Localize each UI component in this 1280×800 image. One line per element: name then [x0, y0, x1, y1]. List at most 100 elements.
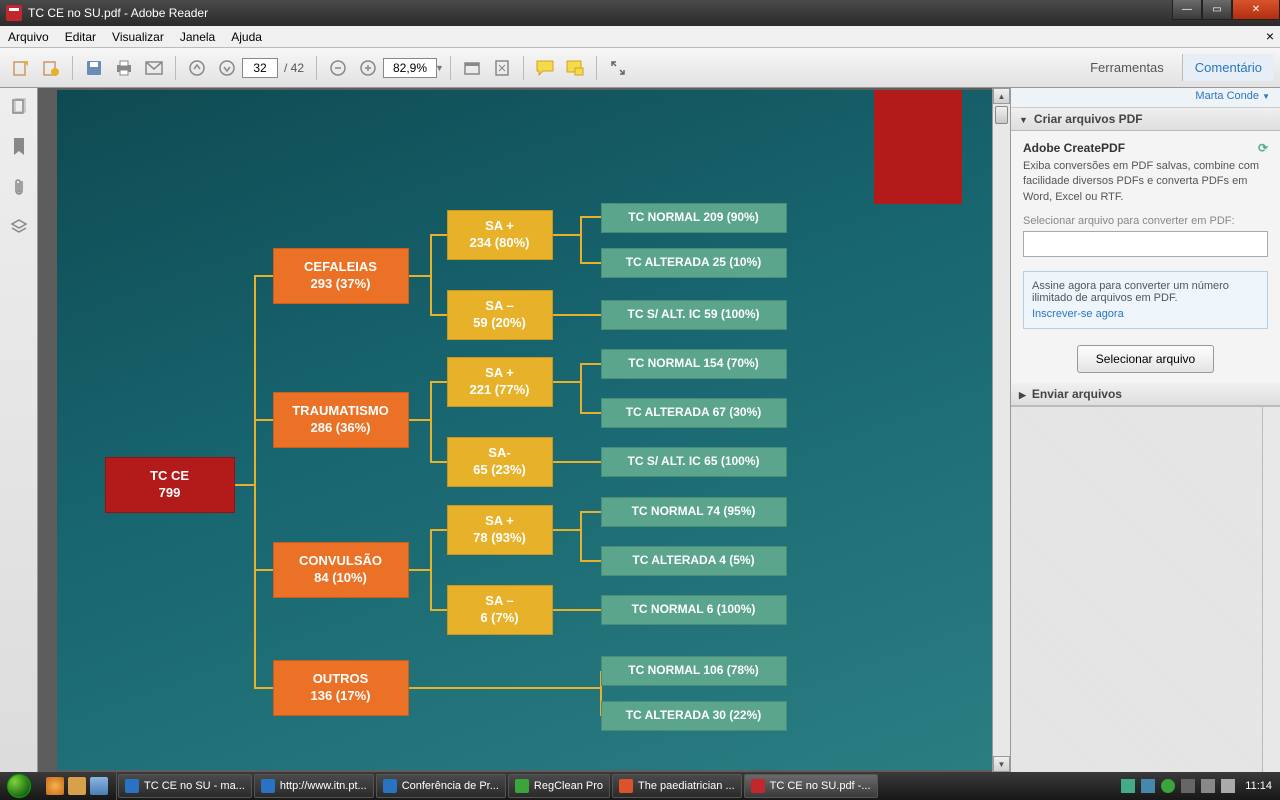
- toolbar: / 42 ▼ Ferramentas Comentário: [0, 48, 1280, 88]
- scroll-down-icon[interactable]: ▼: [993, 756, 1010, 772]
- window-titlebar: TC CE no SU.pdf - Adobe Reader — ▭ ✕: [0, 0, 1280, 26]
- task-item[interactable]: http://www.itn.pt...: [254, 774, 374, 798]
- zoom-out-icon[interactable]: [325, 55, 351, 81]
- sidebar-scrollbar[interactable]: [1262, 407, 1280, 772]
- tree-leaf: TC NORMAL 154 (70%): [601, 349, 787, 379]
- zoom-input[interactable]: [383, 58, 437, 78]
- tree-leaf: TC ALTERADA 4 (5%): [601, 546, 787, 576]
- attachment-icon[interactable]: [8, 176, 30, 198]
- tree-node: SA –59 (20%): [447, 290, 553, 340]
- page-down-icon[interactable]: [214, 55, 240, 81]
- export-pdf-icon[interactable]: [8, 55, 34, 81]
- task-item[interactable]: Conferência de Pr...: [376, 774, 506, 798]
- menu-editar[interactable]: Editar: [57, 30, 104, 44]
- create-pdf-section-header[interactable]: ▼Criar arquivos PDF: [1011, 108, 1280, 131]
- tree-node: CONVULSÃO84 (10%): [273, 542, 409, 598]
- volume-icon[interactable]: [1221, 779, 1235, 793]
- task-item[interactable]: RegClean Pro: [508, 774, 610, 798]
- highlight-icon[interactable]: [562, 55, 588, 81]
- folder-icon[interactable]: [68, 777, 86, 795]
- signed-in-user[interactable]: Marta Conde ▼: [1011, 88, 1280, 108]
- tree-node: SA-65 (23%): [447, 437, 553, 487]
- tree-node: CEFALEIAS293 (37%): [273, 248, 409, 304]
- taskbar: TC CE no SU - ma... http://www.itn.pt...…: [0, 772, 1280, 800]
- maximize-button[interactable]: ▭: [1202, 0, 1232, 20]
- scroll-up-icon[interactable]: ▲: [993, 88, 1010, 104]
- scroll-thumb[interactable]: [995, 106, 1008, 124]
- tools-panel-toggle[interactable]: Ferramentas: [1078, 54, 1176, 81]
- print-icon[interactable]: [111, 55, 137, 81]
- task-item[interactable]: The paediatrician ...: [612, 774, 742, 798]
- page-total-label: / 42: [284, 61, 304, 75]
- task-item[interactable]: TC CE no SU - ma...: [118, 774, 252, 798]
- vertical-scrollbar[interactable]: ▲ ▼: [992, 88, 1010, 772]
- subscription-promo: Assine agora para converter um número il…: [1023, 271, 1268, 329]
- app-icon: [6, 5, 22, 21]
- bookmark-icon[interactable]: [8, 136, 30, 158]
- file-path-input[interactable]: [1023, 231, 1268, 257]
- system-tray: 11:14: [1113, 779, 1280, 793]
- start-button[interactable]: [0, 772, 38, 800]
- tray-icon[interactable]: [1181, 779, 1195, 793]
- minimize-button[interactable]: —: [1172, 0, 1202, 20]
- tree-node: OUTROS136 (17%): [273, 660, 409, 716]
- tray-icon[interactable]: [1201, 779, 1215, 793]
- tree-leaf: TC NORMAL 106 (78%): [601, 656, 787, 686]
- save-icon[interactable]: [81, 55, 107, 81]
- tree-node: SA –6 (7%): [447, 585, 553, 635]
- tree-root: TC CE 799: [105, 457, 235, 513]
- zoom-in-icon[interactable]: [355, 55, 381, 81]
- taskbar-clock[interactable]: 11:14: [1245, 780, 1272, 792]
- close-button[interactable]: ✕: [1232, 0, 1280, 20]
- tray-icon[interactable]: [1161, 779, 1175, 793]
- tree-leaf: TC ALTERADA 30 (22%): [601, 701, 787, 731]
- select-file-button[interactable]: Selecionar arquivo: [1077, 345, 1214, 373]
- read-mode-icon[interactable]: [605, 55, 631, 81]
- select-file-label: Selecionar arquivo para converter em PDF…: [1023, 215, 1268, 227]
- layers-icon[interactable]: [8, 216, 30, 238]
- tree-node: SA +234 (80%): [447, 210, 553, 260]
- sidebar-empty-area: [1011, 406, 1280, 772]
- create-pdf-icon[interactable]: [38, 55, 64, 81]
- menu-visualizar[interactable]: Visualizar: [104, 30, 172, 44]
- tree-leaf: TC NORMAL 6 (100%): [601, 595, 787, 625]
- tray-icon[interactable]: [1141, 779, 1155, 793]
- tree-node: SA +78 (93%): [447, 505, 553, 555]
- fit-page-icon[interactable]: [489, 55, 515, 81]
- media-player-icon[interactable]: [90, 777, 108, 795]
- menu-ajuda[interactable]: Ajuda: [223, 30, 270, 44]
- tree-node: TRAUMATISMO286 (36%): [273, 392, 409, 448]
- fit-window-icon[interactable]: [459, 55, 485, 81]
- task-item[interactable]: TC CE no SU.pdf -...: [744, 774, 878, 798]
- tree-node: SA +221 (77%): [447, 357, 553, 407]
- tree-leaf: TC NORMAL 209 (90%): [601, 203, 787, 233]
- window-title: TC CE no SU.pdf - Adobe Reader: [28, 6, 1172, 20]
- menu-janela[interactable]: Janela: [172, 30, 223, 44]
- nav-pane: [0, 88, 38, 772]
- send-files-section-header[interactable]: ▶Enviar arquivos: [1011, 383, 1280, 406]
- tree-leaf: TC ALTERADA 67 (30%): [601, 398, 787, 428]
- document-viewer[interactable]: TC CE 799 CEFALEIAS293 (37%) TRAUMATISMO…: [38, 88, 1010, 772]
- tree-leaf: TC NORMAL 74 (95%): [601, 497, 787, 527]
- create-pdf-description: Exiba conversões em PDF salvas, combine …: [1023, 159, 1268, 205]
- comment-icon[interactable]: [532, 55, 558, 81]
- menu-arquivo[interactable]: Arquivo: [0, 30, 57, 44]
- tray-icon[interactable]: [1121, 779, 1135, 793]
- tree-leaf: TC ALTERADA 25 (10%): [601, 248, 787, 278]
- pdf-page: TC CE 799 CEFALEIAS293 (37%) TRAUMATISMO…: [57, 90, 992, 770]
- menubar: Arquivo Editar Visualizar Janela Ajuda ×: [0, 26, 1280, 48]
- thumbnails-icon[interactable]: [8, 96, 30, 118]
- refresh-icon[interactable]: ⟳: [1258, 141, 1268, 155]
- quick-launch: [38, 772, 117, 800]
- tree-leaf: TC S/ ALT. IC 65 (100%): [601, 447, 787, 477]
- email-icon[interactable]: [141, 55, 167, 81]
- chrome-icon[interactable]: [46, 777, 64, 795]
- diagram-connectors: [57, 90, 992, 770]
- tools-sidebar: Marta Conde ▼ ▼Criar arquivos PDF Adobe …: [1010, 88, 1280, 772]
- comment-panel-toggle[interactable]: Comentário: [1182, 54, 1274, 81]
- menubar-close-icon[interactable]: ×: [1266, 28, 1274, 44]
- page-number-input[interactable]: [242, 58, 278, 78]
- page-up-icon[interactable]: [184, 55, 210, 81]
- subscribe-link[interactable]: Inscrever-se agora: [1032, 308, 1259, 320]
- create-pdf-title: Adobe CreatePDF ⟳: [1023, 141, 1268, 155]
